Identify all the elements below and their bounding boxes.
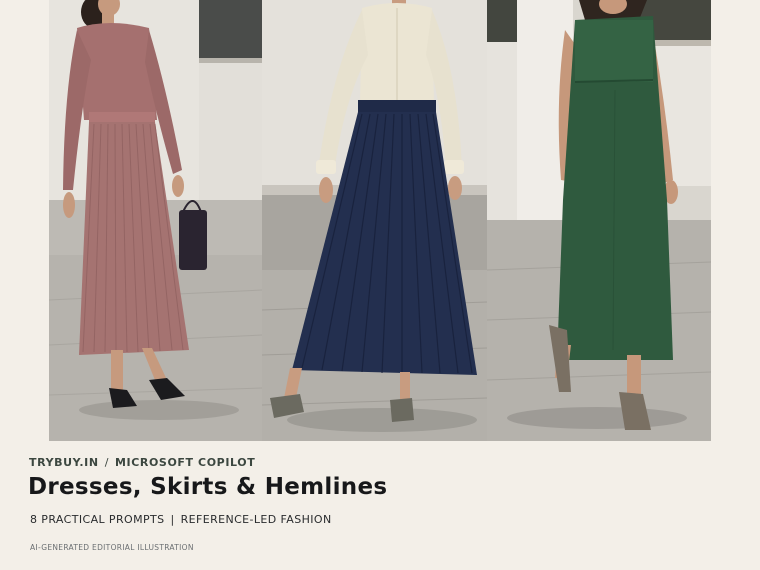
subtitle: 8 PRACTICAL PROMPTS | REFERENCE-LED FASHIO… <box>30 513 332 526</box>
page: TRYBUY.IN / MICROSOFT COPILOT Dresses, Ski… <box>0 0 760 570</box>
ai-disclaimer: AI-GENERATED EDITORIAL ILLUSTRATION <box>30 543 194 552</box>
hero-panel-pink-dress <box>49 0 262 441</box>
subtitle-prompts: 8 PRACTICAL PROMPTS <box>30 513 165 526</box>
hero-panel-green-dress <box>487 0 711 441</box>
subtitle-category: REFERENCE-LED FASHION <box>180 513 332 526</box>
navy-skirt-illustration <box>262 0 487 441</box>
pink-dress-illustration <box>49 0 262 441</box>
page-title: Dresses, Skirts & Hemlines <box>28 474 388 500</box>
subtitle-separator: | <box>170 513 175 526</box>
green-dress-illustration <box>487 0 711 441</box>
hero-image <box>49 0 711 441</box>
site-name: TRYBUY.IN <box>29 456 99 469</box>
source-separator: / <box>104 456 109 469</box>
source-line: TRYBUY.IN / MICROSOFT COPILOT <box>29 456 255 469</box>
tool-name: MICROSOFT COPILOT <box>115 456 256 469</box>
hero-panel-navy-skirt <box>262 0 487 441</box>
